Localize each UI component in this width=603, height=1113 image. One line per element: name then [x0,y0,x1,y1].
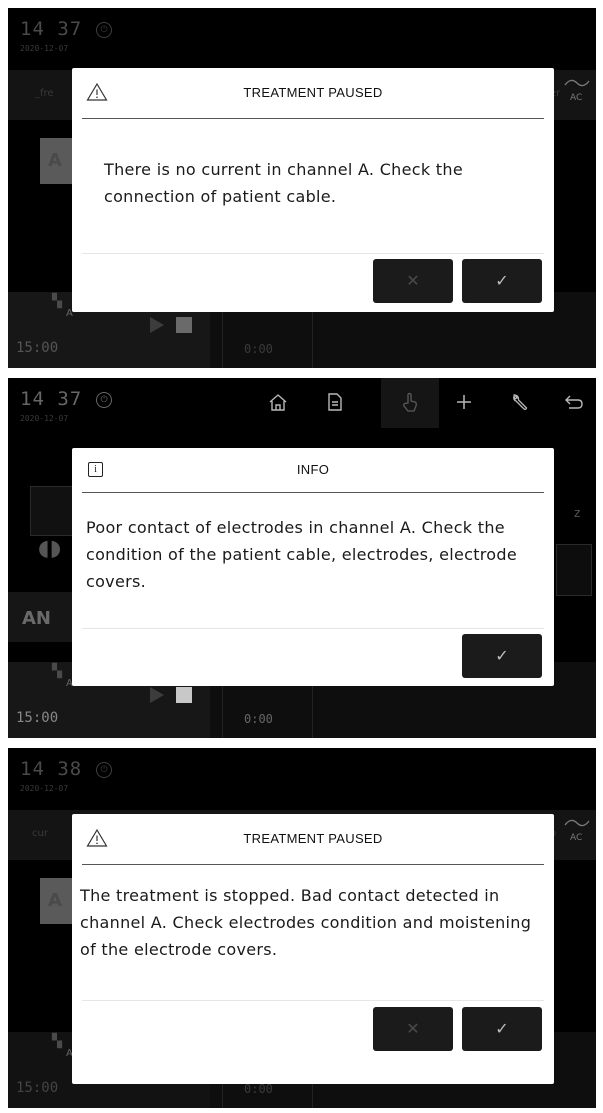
ac-wave-icon [564,819,590,827]
dialog-divider [82,1000,544,1001]
wrench-icon[interactable] [505,390,535,414]
dialog-divider [82,253,544,254]
power-plug-icon: ⏻ [96,762,112,778]
stop-icon[interactable] [176,687,192,703]
ac-label: AC [570,93,583,103]
treatment-timer: 15:00 [16,340,59,356]
footer-divider [222,308,223,368]
document-icon[interactable] [319,390,349,414]
channel-selector-letter: A [48,890,62,911]
electrode-icon: ▚ [52,664,62,679]
ac-label: AC [570,833,583,843]
footer-divider [312,678,313,738]
screen-treatment-paused-no-current: 14 37 2020-12-07 ⏻ _fre er AC A ▚ A 15:0… [8,8,596,368]
power-plug-icon: ⏻ [96,22,112,38]
dialog-header: TREATMENT PAUSED [82,68,544,119]
dialog-message: There is no current in channel A. Check … [104,160,463,206]
confirm-button[interactable]: ✓ [462,259,542,303]
alert-dialog: TREATMENT PAUSED There is no current in … [72,68,554,312]
clock-date: 2020-12-07 [20,44,69,53]
cancel-button[interactable]: ✕ [373,1007,453,1051]
electrode-icon: ▚ [52,1034,62,1049]
hand-pointer-icon[interactable] [395,390,425,414]
screen-treatment-stopped-bad-contact: 14 38 2020-12-07 ⏻ cur o AC A ▚ A 15:00 … [8,748,596,1108]
clock-time: 14 37 [20,18,83,40]
back-arrow-icon[interactable] [559,390,589,414]
cancel-button[interactable]: ✕ [373,259,453,303]
top-toolbar [253,378,596,428]
dialog-divider [82,628,544,629]
elapsed-time: 0:00 [244,1082,273,1096]
waveform-tile[interactable] [30,486,74,536]
dialog-message: The treatment is stopped. Bad contact de… [80,886,532,959]
dialog-message: Poor contact of electrodes in channel A.… [86,518,518,591]
info-dialog: i INFO Poor contact of electrodes in cha… [72,448,554,686]
channel-selector-letter: A [48,150,62,171]
home-icon[interactable] [263,390,293,414]
program-label: AN [22,608,51,629]
coil-icon: ◖◗ [38,536,62,561]
dialog-header: i INFO [82,448,544,493]
power-plug-icon: ⏻ [96,392,112,408]
elapsed-time: 0:00 [244,712,273,726]
dialog-title: TREATMENT PAUSED [243,85,383,100]
confirm-button[interactable]: ✓ [462,634,542,678]
clock-time: 14 37 [20,388,83,410]
alert-dialog: TREATMENT PAUSED The treatment is stoppe… [72,814,554,1084]
side-tile[interactable] [556,544,592,596]
electrode-icon: ▚ [52,294,62,309]
clock-time: 14 38 [20,758,83,780]
treatment-timer: 15:00 [16,1080,59,1096]
play-icon[interactable] [150,317,164,333]
dialog-title: INFO [296,462,330,477]
plus-icon[interactable] [449,390,479,414]
dialog-title: TREATMENT PAUSED [243,831,383,846]
footer-divider [222,678,223,738]
dialog-header: TREATMENT PAUSED [82,814,544,865]
ac-wave-icon [564,79,590,87]
clock-date: 2020-12-07 [20,784,69,793]
confirm-button[interactable]: ✓ [462,1007,542,1051]
channel-header-label: cur [32,828,48,839]
screen-info-poor-contact: 14 37 2020-12-07 ⏻ ◖◗ AN z ▚ A 15:00 0:0… [8,378,596,738]
footer-divider [312,308,313,368]
treatment-timer: 15:00 [16,710,59,726]
play-icon[interactable] [150,687,164,703]
elapsed-time: 0:00 [244,342,273,356]
stop-icon[interactable] [176,317,192,333]
channel-header-label: _fre [35,88,54,99]
side-label: z [574,506,581,520]
clock-date: 2020-12-07 [20,414,69,423]
